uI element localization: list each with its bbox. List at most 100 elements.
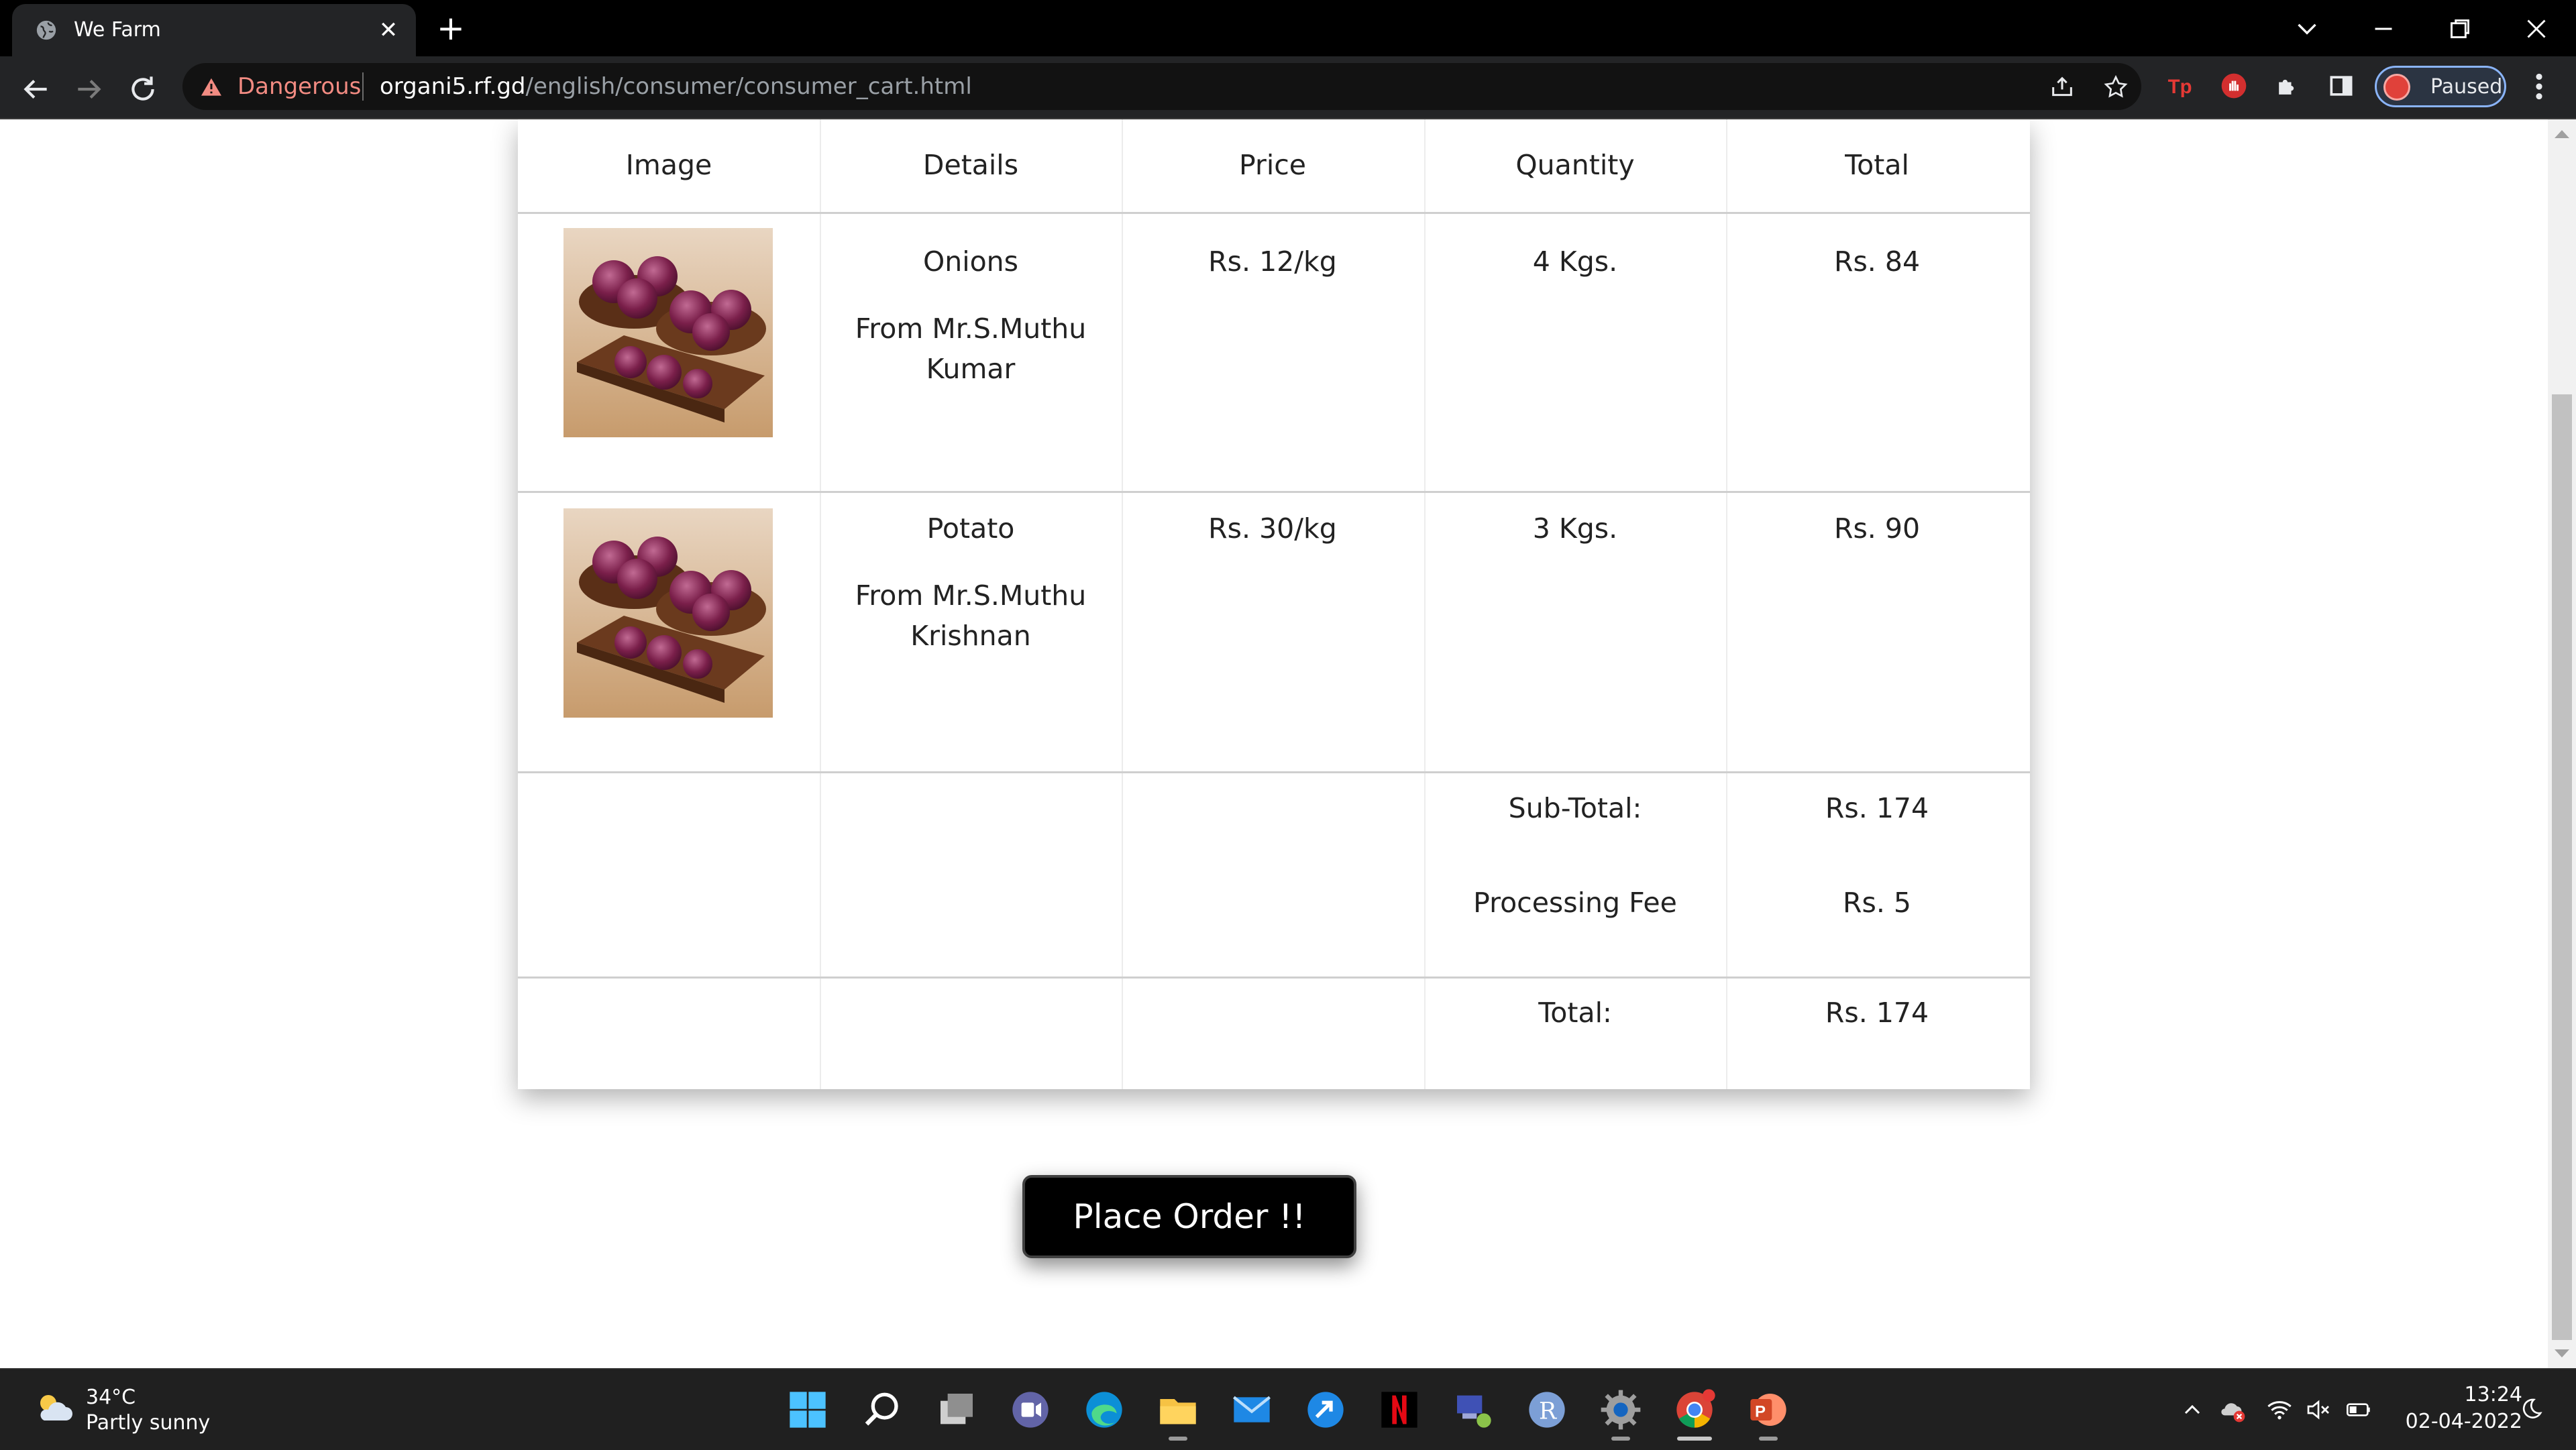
header-image: Image: [625, 149, 712, 181]
item-price: Rs. 12/kg: [1208, 245, 1337, 278]
partly-sunny-icon[interactable]: [34, 1391, 76, 1426]
running-indicator: [1169, 1437, 1187, 1441]
page-scrollbar[interactable]: [2548, 119, 2576, 1368]
chrome-icon[interactable]: [1673, 1388, 1716, 1431]
network-tool-icon[interactable]: [1452, 1388, 1495, 1431]
more-menu-icon[interactable]: [2529, 70, 2549, 103]
browser-tab-strip: We Farm ✕ +: [0, 0, 2576, 56]
row-divider: [518, 491, 2030, 493]
product-image-onions: [564, 228, 773, 437]
header-details: Details: [922, 149, 1019, 181]
security-warning-label[interactable]: Dangerous: [237, 72, 361, 101]
item-quantity: 4 Kgs.: [1532, 245, 1618, 278]
onion-bowl-photo: [564, 228, 773, 437]
windows-start-icon[interactable]: [786, 1388, 829, 1431]
running-indicator: [1759, 1437, 1778, 1441]
taskbar-clock-time[interactable]: 13:24: [2449, 1383, 2522, 1407]
avatar: [2383, 74, 2410, 101]
scrollbar-thumb[interactable]: [2552, 394, 2572, 1340]
search-icon[interactable]: [861, 1388, 904, 1431]
chevron-up-icon[interactable]: [2179, 1396, 2206, 1423]
extensions-puzzle-icon[interactable]: [2273, 71, 2302, 101]
item-name: Potato: [926, 512, 1015, 545]
netflix-icon[interactable]: [1378, 1388, 1421, 1431]
profile-status-label: Paused: [2430, 75, 2503, 99]
tab-search-chevron-icon[interactable]: [2290, 12, 2324, 46]
wifi-icon[interactable]: [2266, 1396, 2293, 1423]
summary-divider: [518, 977, 2030, 979]
svg-text:P: P: [1755, 1403, 1766, 1421]
minimize-icon[interactable]: [2367, 12, 2400, 46]
onion-bowl-photo: [564, 508, 773, 718]
address-bar[interactable]: Dangerous organi5.rf.gd/english/consumer…: [182, 63, 2141, 110]
tp-extension-icon[interactable]: Tp: [2165, 71, 2195, 101]
item-total: Rs. 90: [1833, 512, 1921, 545]
item-seller-name: Kumar: [926, 353, 1016, 385]
windows-taskbar: 34°C Partly sunny R P 13:24 02-04-2022: [0, 1368, 2576, 1450]
url-separator: [362, 72, 364, 101]
volume-muted-icon[interactable]: [2305, 1396, 2332, 1423]
mail-icon[interactable]: [1230, 1388, 1273, 1431]
row-divider: [518, 771, 2030, 773]
close-window-icon[interactable]: [2520, 12, 2553, 46]
bookmark-star-icon[interactable]: [2102, 74, 2129, 101]
header-total: Total: [1845, 149, 1909, 181]
processing-fee-label: Processing Fee: [1473, 887, 1677, 919]
blue-arrow-app-icon[interactable]: [1304, 1388, 1347, 1431]
item-quantity: 3 Kgs.: [1532, 512, 1618, 545]
page-viewport: Image Details Price Quantity Total Onion…: [0, 119, 2548, 1368]
subtotal-label: Sub-Total:: [1508, 792, 1642, 824]
place-order-button[interactable]: Place Order !!: [1022, 1175, 1356, 1258]
svg-text:Tp: Tp: [2168, 76, 2192, 98]
weather-description[interactable]: Partly sunny: [86, 1411, 210, 1435]
battery-icon[interactable]: [2345, 1396, 2372, 1423]
profile-button[interactable]: Paused: [2375, 66, 2506, 107]
item-seller-name: Krishnan: [910, 620, 1031, 652]
side-panel-icon[interactable]: [2326, 71, 2356, 101]
header-quantity: Quantity: [1515, 149, 1635, 181]
url-host: organi5.rf.gd: [380, 73, 526, 100]
restore-icon[interactable]: [2443, 12, 2477, 46]
processing-fee-value: Rs. 5: [1843, 887, 1911, 919]
svg-text:R: R: [1539, 1398, 1557, 1425]
taskbar-clock-date[interactable]: 02-04-2022: [2388, 1410, 2522, 1434]
file-explorer-icon[interactable]: [1157, 1388, 1199, 1431]
weather-temperature[interactable]: 34°C: [86, 1386, 136, 1410]
focus-moon-icon[interactable]: [2517, 1396, 2544, 1423]
item-seller: From Mr.S.Muthu: [855, 579, 1087, 612]
url-path: /english/consumer/consumer_cart.html: [525, 73, 972, 100]
product-image-potato: [564, 508, 773, 718]
back-arrow-icon[interactable]: [19, 72, 52, 106]
reload-icon[interactable]: [126, 72, 160, 106]
forward-arrow-icon[interactable]: [72, 72, 106, 106]
subtotal-value: Rs. 174: [1825, 792, 1929, 824]
task-view-icon[interactable]: [935, 1388, 978, 1431]
share-icon[interactable]: [2049, 74, 2076, 101]
url-text[interactable]: organi5.rf.gd/english/consumer/consumer_…: [380, 72, 972, 101]
item-name: Onions: [922, 245, 1019, 278]
globe-icon: [36, 20, 56, 40]
browser-tab[interactable]: We Farm ✕: [12, 4, 416, 56]
teams-chat-icon[interactable]: [1009, 1388, 1052, 1431]
item-price: Rs. 30/kg: [1208, 512, 1337, 545]
r-app-icon[interactable]: R: [1525, 1388, 1568, 1431]
onedrive-error-icon[interactable]: [2219, 1396, 2246, 1423]
item-seller: From Mr.S.Muthu: [855, 313, 1087, 345]
settings-gear-icon[interactable]: [1599, 1388, 1642, 1431]
tab-title: We Farm: [74, 18, 161, 42]
hand-extension-icon[interactable]: [2219, 71, 2249, 101]
cart-table: Image Details Price Quantity Total Onion…: [518, 119, 2030, 1089]
tab-close-icon[interactable]: ✕: [374, 16, 402, 44]
active-app-indicator: [1677, 1437, 1712, 1441]
scroll-down-icon[interactable]: [2555, 1349, 2569, 1357]
header-price: Price: [1238, 149, 1307, 181]
edge-browser-icon[interactable]: [1083, 1388, 1126, 1431]
new-tab-icon[interactable]: +: [435, 11, 467, 46]
browser-toolbar: Dangerous organi5.rf.gd/english/consumer…: [0, 56, 2576, 119]
running-indicator: [1611, 1437, 1630, 1441]
grand-total-value: Rs. 174: [1825, 997, 1929, 1029]
powerpoint-icon[interactable]: P: [1747, 1388, 1790, 1431]
item-total: Rs. 84: [1833, 245, 1921, 278]
header-divider: [518, 212, 2030, 214]
scroll-up-icon[interactable]: [2555, 130, 2569, 138]
